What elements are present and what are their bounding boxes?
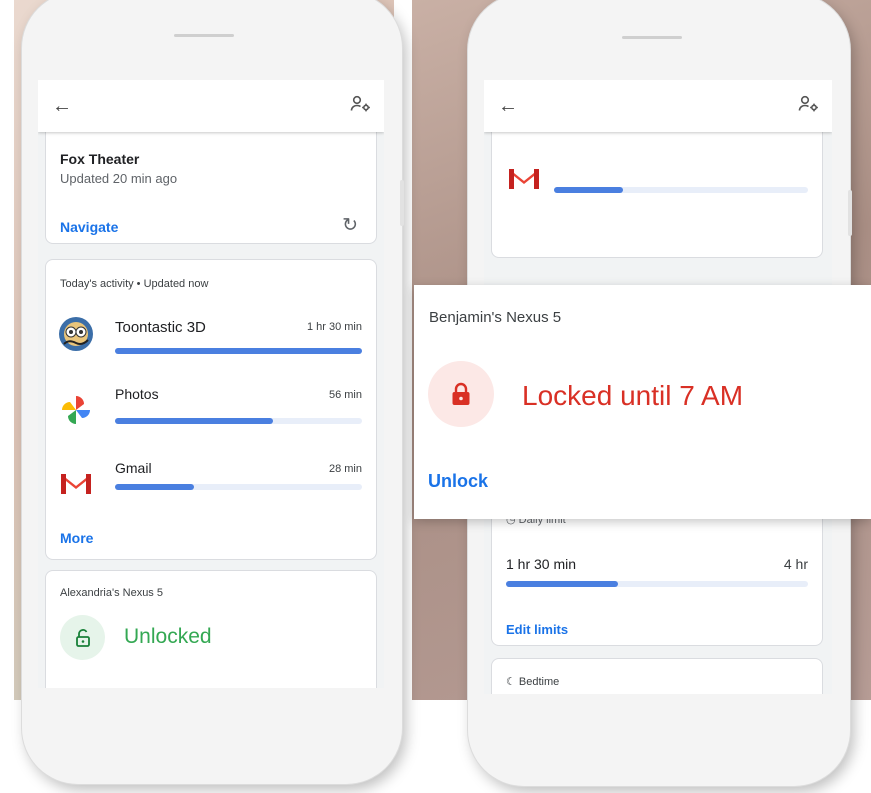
app-name: Photos xyxy=(115,386,159,402)
app-time: 28 min xyxy=(328,463,362,475)
unlocked-icon xyxy=(60,615,105,660)
activity-card: Today's activity • Updated now Toontasti… xyxy=(45,259,377,560)
account-settings-icon[interactable] xyxy=(350,95,372,117)
phone-speaker xyxy=(174,34,234,37)
usage-bar-fill xyxy=(115,484,195,490)
screen-left: ← Fox Theater Updated 20 min ago Navigat… xyxy=(38,80,384,688)
bedtime-label: ☾ Bedtime xyxy=(506,675,559,688)
phone-side-button xyxy=(400,180,404,226)
lock-icon xyxy=(428,361,494,427)
phone-side-button xyxy=(848,190,852,236)
more-button[interactable]: More xyxy=(60,530,93,546)
place-updated: Updated 20 min ago xyxy=(60,171,178,186)
back-arrow-icon[interactable]: ← xyxy=(52,96,72,116)
gmail-icon xyxy=(58,466,94,502)
app-row-toontastic[interactable]: Toontastic 3D 1 hr 30 min xyxy=(46,308,376,368)
locked-device-overlay: Benjamin's Nexus 5 Locked until 7 AM Unl… xyxy=(414,285,871,519)
lock-status: Locked until 7 AM xyxy=(522,380,744,411)
gmail-icon xyxy=(506,161,542,197)
limit-max: 4 hr xyxy=(783,556,808,572)
phone-speaker xyxy=(622,36,682,39)
overlay-device-name: Benjamin's Nexus 5 xyxy=(429,309,562,326)
moon-icon: ☾ xyxy=(506,676,519,688)
app-name: Gmail xyxy=(115,460,152,476)
refresh-icon[interactable]: ↻ xyxy=(342,214,358,237)
usage-bar-fill xyxy=(554,187,623,193)
limit-bar xyxy=(506,581,808,587)
navigate-button[interactable]: Navigate xyxy=(60,219,118,235)
device-status: Unlocked xyxy=(124,625,212,648)
device-card[interactable]: Alexandria's Nexus 5 Unlocked xyxy=(45,570,377,688)
account-settings-icon[interactable] xyxy=(798,95,820,117)
toontastic-icon xyxy=(58,316,94,352)
usage-bar xyxy=(554,187,808,193)
usage-bar xyxy=(115,484,362,490)
daily-limit-card: ◷ Daily limit 1 hr 30 min 4 hr Edit limi… xyxy=(491,500,823,646)
limit-bar-fill xyxy=(506,581,618,587)
app-row-gmail[interactable]: Gmail 28 min xyxy=(46,456,376,516)
back-arrow-icon[interactable]: ← xyxy=(498,96,518,116)
activity-header: Today's activity • Updated now xyxy=(60,278,209,290)
app-row-photos[interactable]: Photos 56 min xyxy=(46,382,376,442)
device-name: Alexandria's Nexus 5 xyxy=(60,587,163,599)
usage-bar-fill xyxy=(115,348,362,354)
app-time: 1 hr 30 min xyxy=(306,321,362,333)
bedtime-text: Bedtime xyxy=(518,676,560,688)
edit-limits-button[interactable]: Edit limits xyxy=(506,622,568,637)
app-bar: ← xyxy=(38,80,384,132)
limit-used: 1 hr 30 min xyxy=(506,556,577,572)
app-bar: ← xyxy=(484,80,832,132)
place-title: Fox Theater xyxy=(60,151,140,167)
unlock-button[interactable]: Unlock xyxy=(428,471,488,492)
usage-bar-fill xyxy=(115,418,274,424)
bedtime-card[interactable]: ☾ Bedtime xyxy=(491,658,823,694)
gmail-usage-card[interactable] xyxy=(491,120,823,258)
photos-icon xyxy=(58,392,94,428)
usage-bar xyxy=(115,348,362,354)
app-name: Toontastic 3D xyxy=(115,319,206,336)
usage-bar xyxy=(115,418,362,424)
phone-left: ← Fox Theater Updated 20 min ago Navigat… xyxy=(22,0,402,784)
app-time: 56 min xyxy=(328,389,362,401)
location-card: Fox Theater Updated 20 min ago Navigate … xyxy=(45,120,377,244)
